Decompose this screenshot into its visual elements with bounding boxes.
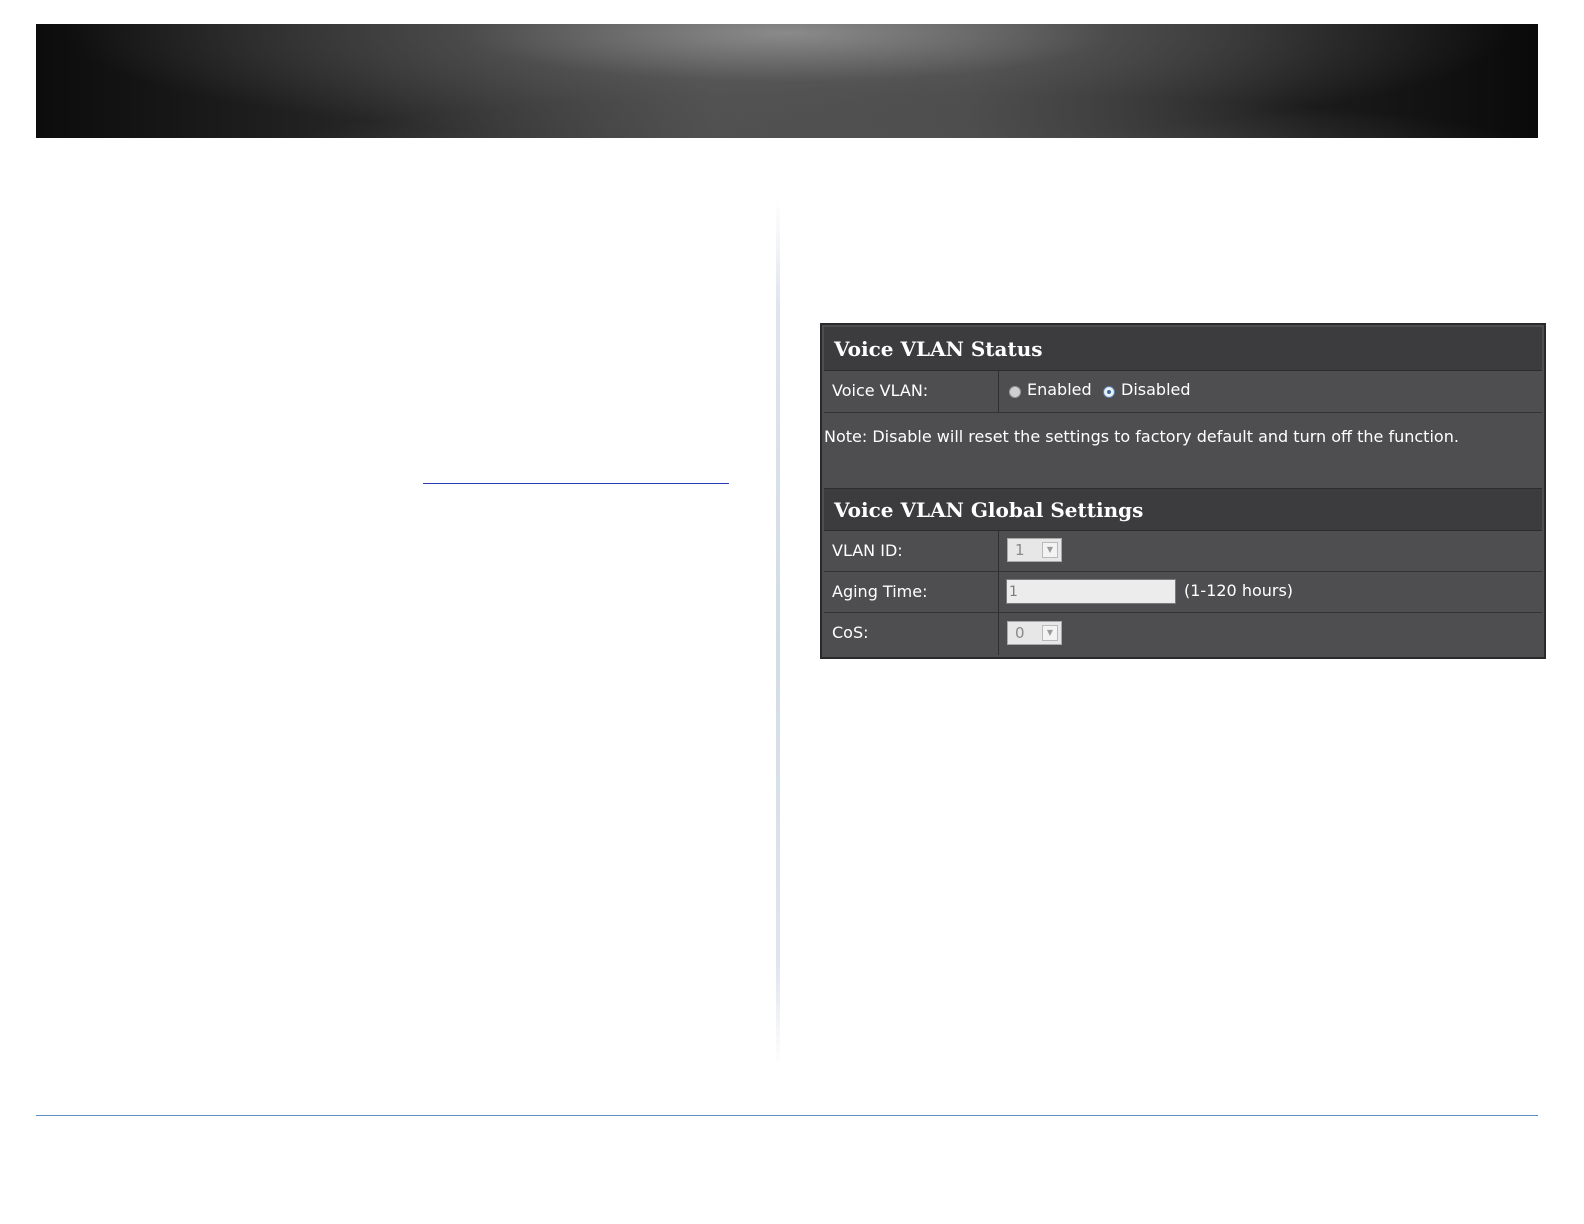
cos-row: CoS: 0 ▼: [824, 613, 1542, 655]
cos-value: 0 ▼: [1000, 613, 1542, 655]
cos-label: CoS:: [824, 613, 999, 655]
enabled-radio-label[interactable]: Enabled: [1027, 371, 1092, 409]
enabled-radio[interactable]: [1009, 386, 1021, 398]
disabled-radio[interactable]: [1103, 386, 1115, 398]
doc-link-underline: [423, 483, 729, 484]
aging-time-input[interactable]: [1006, 579, 1176, 604]
vlan-id-row: VLAN ID: 1 ▼: [824, 531, 1542, 572]
vlan-id-label: VLAN ID:: [824, 531, 999, 571]
voice-vlan-label: Voice VLAN:: [824, 371, 999, 412]
vlan-id-value: 1 ▼: [1000, 531, 1542, 571]
cos-selected-value: 0: [1015, 624, 1025, 642]
aging-time-value: (1-120 hours): [1000, 572, 1542, 612]
header-banner: [36, 24, 1538, 138]
voice-vlan-panel: Voice VLAN Status Voice VLAN: Enabled Di…: [820, 323, 1546, 659]
chevron-down-icon[interactable]: ▼: [1042, 625, 1058, 641]
column-divider: [776, 200, 780, 1068]
voice-vlan-row: Voice VLAN: Enabled Disabled: [824, 371, 1542, 413]
voice-vlan-global-settings-title: Voice VLAN Global Settings: [824, 489, 1542, 531]
cos-select[interactable]: 0 ▼: [1007, 621, 1062, 645]
voice-vlan-status-title: Voice VLAN Status: [824, 327, 1542, 371]
vlan-id-select[interactable]: 1 ▼: [1007, 538, 1062, 562]
vlan-id-selected-value: 1: [1015, 541, 1025, 559]
footer-rule: [36, 1115, 1538, 1116]
voice-vlan-options: Enabled Disabled: [1000, 371, 1542, 412]
aging-time-range-hint: (1-120 hours): [1184, 581, 1294, 600]
aging-time-row: Aging Time: (1-120 hours): [824, 572, 1542, 613]
reset-note: Note: Disable will reset the settings to…: [824, 413, 1542, 489]
disabled-radio-label[interactable]: Disabled: [1121, 371, 1191, 409]
chevron-down-icon[interactable]: ▼: [1042, 542, 1058, 558]
manual-page: Voice VLAN Status Voice VLAN: Enabled Di…: [0, 0, 1584, 1224]
aging-time-label: Aging Time:: [824, 572, 999, 612]
